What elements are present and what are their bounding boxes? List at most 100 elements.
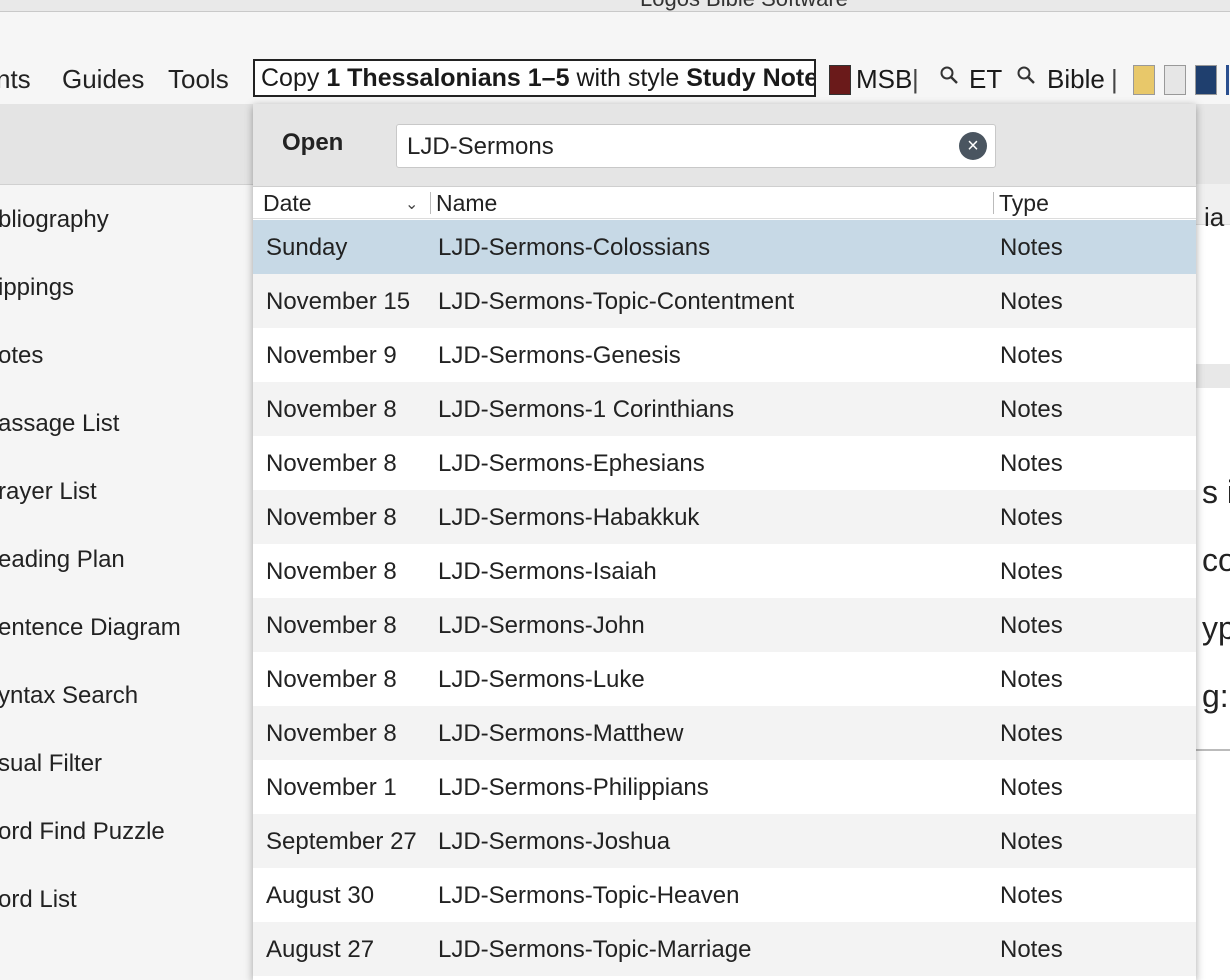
row-type: Notes: [1000, 504, 1063, 531]
table-row[interactable]: November 8 LJD-Sermons-Luke Notes: [253, 652, 1196, 706]
table-row[interactable]: November 8 LJD-Sermons-Habakkuk Notes: [253, 490, 1196, 544]
book-cover-icon[interactable]: [1133, 65, 1155, 95]
menu-documents[interactable]: nts: [0, 64, 31, 95]
tools-sidebar: bliography ippings otes assage List raye…: [0, 104, 254, 980]
row-type: Notes: [1000, 450, 1063, 477]
sidebar-item-word-list[interactable]: ord List: [0, 886, 77, 914]
column-divider[interactable]: [430, 192, 431, 214]
bible-search-shortcut[interactable]: Bible: [1047, 64, 1105, 95]
search-input[interactable]: [397, 125, 954, 169]
row-type: Notes: [1000, 612, 1063, 639]
row-type: Notes: [1000, 396, 1063, 423]
row-name: LJD-Sermons-Isaiah: [438, 558, 657, 585]
panel-header-text: ia: [1204, 202, 1225, 232]
row-type: Notes: [1000, 936, 1063, 963]
column-divider[interactable]: [993, 192, 994, 214]
copy-prefix: Copy: [261, 64, 327, 92]
row-date: August 30: [266, 882, 375, 909]
table-row[interactable]: August 30 LJD-Sermons-Topic-Heaven Notes: [253, 868, 1196, 922]
table-row[interactable]: November 8 LJD-Sermons-1 Corinthians Notes: [253, 382, 1196, 436]
row-name: LJD-Sermons-1 Corinthians: [438, 396, 735, 423]
row-type: Notes: [1000, 828, 1063, 855]
table-row[interactable]: November 15 LJD-Sermons-Topic-Contentment…: [253, 274, 1196, 328]
book-cover-icon[interactable]: [1164, 65, 1186, 95]
row-date: November 8: [266, 612, 397, 639]
table-row[interactable]: November 8 LJD-Sermons-Ephesians Notes: [253, 436, 1196, 490]
row-date: November 8: [266, 720, 397, 747]
row-name: LJD-Sermons-Habakkuk: [438, 504, 700, 531]
row-date: November 8: [266, 558, 397, 585]
row-date: November 8: [266, 666, 397, 693]
row-date: November 15: [266, 288, 411, 315]
copy-style: Study Notes: [686, 64, 814, 92]
sidebar-item-word-find-puzzle[interactable]: ord Find Puzzle: [0, 818, 165, 846]
search-icon[interactable]: [1017, 66, 1035, 84]
toolbar: nts Guides Tools Copy 1 Thessalonians 1–…: [0, 12, 1230, 104]
et-search-shortcut[interactable]: ET: [969, 64, 1002, 95]
sidebar-item-sentence-diagram[interactable]: entence Diagram: [0, 614, 181, 642]
table-row[interactable]: September 27 LJD-Sermons-Joshua Notes: [253, 814, 1196, 868]
window-title: Logos Bible Software: [640, 0, 848, 11]
row-name: LJD-Sermons-Colossians: [438, 234, 711, 261]
column-header-date[interactable]: Date: [263, 190, 312, 217]
row-date: November 8: [266, 396, 397, 423]
search-box: ×: [396, 124, 996, 169]
document-rule: [1196, 749, 1230, 751]
sidebar-item-notes[interactable]: otes: [0, 342, 43, 370]
row-type: Notes: [1000, 882, 1063, 909]
sidebar-item-bibliography[interactable]: bliography: [0, 206, 109, 234]
row-date: November 1: [266, 774, 397, 801]
sidebar-item-clippings[interactable]: ippings: [0, 274, 74, 302]
table-row[interactable]: November 8 LJD-Sermons-Matthew Notes: [253, 706, 1196, 760]
msb-shortcut[interactable]: MSB: [856, 64, 912, 95]
column-header-name[interactable]: Name: [436, 190, 497, 217]
copy-command-box[interactable]: Copy 1 Thessalonians 1–5 with style Stud…: [253, 59, 816, 97]
table-row[interactable]: August 27 LJD-Sermons-Topic-Marriage Notes: [253, 922, 1196, 976]
row-type: Notes: [1000, 774, 1063, 801]
window-title-bar: Logos Bible Software: [0, 0, 1230, 12]
menu-guides[interactable]: Guides: [62, 64, 144, 95]
row-type: Notes: [1000, 288, 1063, 315]
sort-descending-icon[interactable]: ⌄: [405, 194, 418, 214]
row-type: Notes: [1000, 234, 1063, 261]
sidebar-item-prayer-list[interactable]: rayer List: [0, 478, 97, 506]
sidebar-header: [0, 104, 253, 185]
row-type: Notes: [1000, 342, 1063, 369]
row-date: September 27: [266, 828, 417, 855]
row-date: Sunday: [266, 234, 348, 261]
row-date: November 8: [266, 504, 397, 531]
table-row[interactable]: November 1 LJD-Sermons-Philippians Notes: [253, 760, 1196, 814]
document-text-line: co: [1202, 542, 1230, 578]
row-name: LJD-Sermons-Ephesians: [438, 450, 705, 477]
column-header-type[interactable]: Type: [999, 190, 1049, 217]
toolbar-separator: |: [912, 64, 919, 94]
sidebar-item-reading-plan[interactable]: eading Plan: [0, 546, 125, 574]
row-name: LJD-Sermons-Joshua: [438, 828, 671, 855]
document-text-line: ype: [1202, 610, 1230, 646]
sidebar-item-syntax-search[interactable]: yntax Search: [0, 682, 138, 710]
sidebar-item-passage-list[interactable]: assage List: [0, 410, 119, 438]
document-text-line: g:: [1202, 678, 1229, 714]
row-type: Notes: [1000, 558, 1063, 585]
sidebar-item-visual-filter[interactable]: sual Filter: [0, 750, 102, 778]
row-name: LJD-Sermons-Matthew: [438, 720, 684, 747]
open-dialog: Open × Date ⌄ Name Type Sunday LJD-Sermon…: [253, 104, 1196, 980]
menu-tools[interactable]: Tools: [168, 64, 229, 95]
table-row[interactable]: November 8 LJD-Sermons-John Notes: [253, 598, 1196, 652]
row-name: LJD-Sermons-John: [438, 612, 645, 639]
document-text-line: s ir: [1202, 474, 1230, 510]
search-icon[interactable]: [940, 66, 958, 84]
row-date: November 8: [266, 450, 397, 477]
book-cover-icon[interactable]: [1195, 65, 1217, 95]
row-name: LJD-Sermons-Topic-Contentment: [438, 288, 795, 315]
background-document-panel: ia s ir co ype g:: [1196, 104, 1230, 980]
row-date: November 9: [266, 342, 397, 369]
table-row[interactable]: November 9 LJD-Sermons-Genesis Notes: [253, 328, 1196, 382]
row-name: LJD-Sermons-Philippians: [438, 774, 709, 801]
row-date: August 27: [266, 936, 375, 963]
msb-book-icon[interactable]: [829, 65, 851, 95]
table-row[interactable]: November 8 LJD-Sermons-Isaiah Notes: [253, 544, 1196, 598]
clear-icon[interactable]: ×: [959, 132, 987, 160]
table-row[interactable]: Sunday LJD-Sermons-Colossians Notes: [253, 220, 1196, 274]
row-name: LJD-Sermons-Luke: [438, 666, 645, 693]
